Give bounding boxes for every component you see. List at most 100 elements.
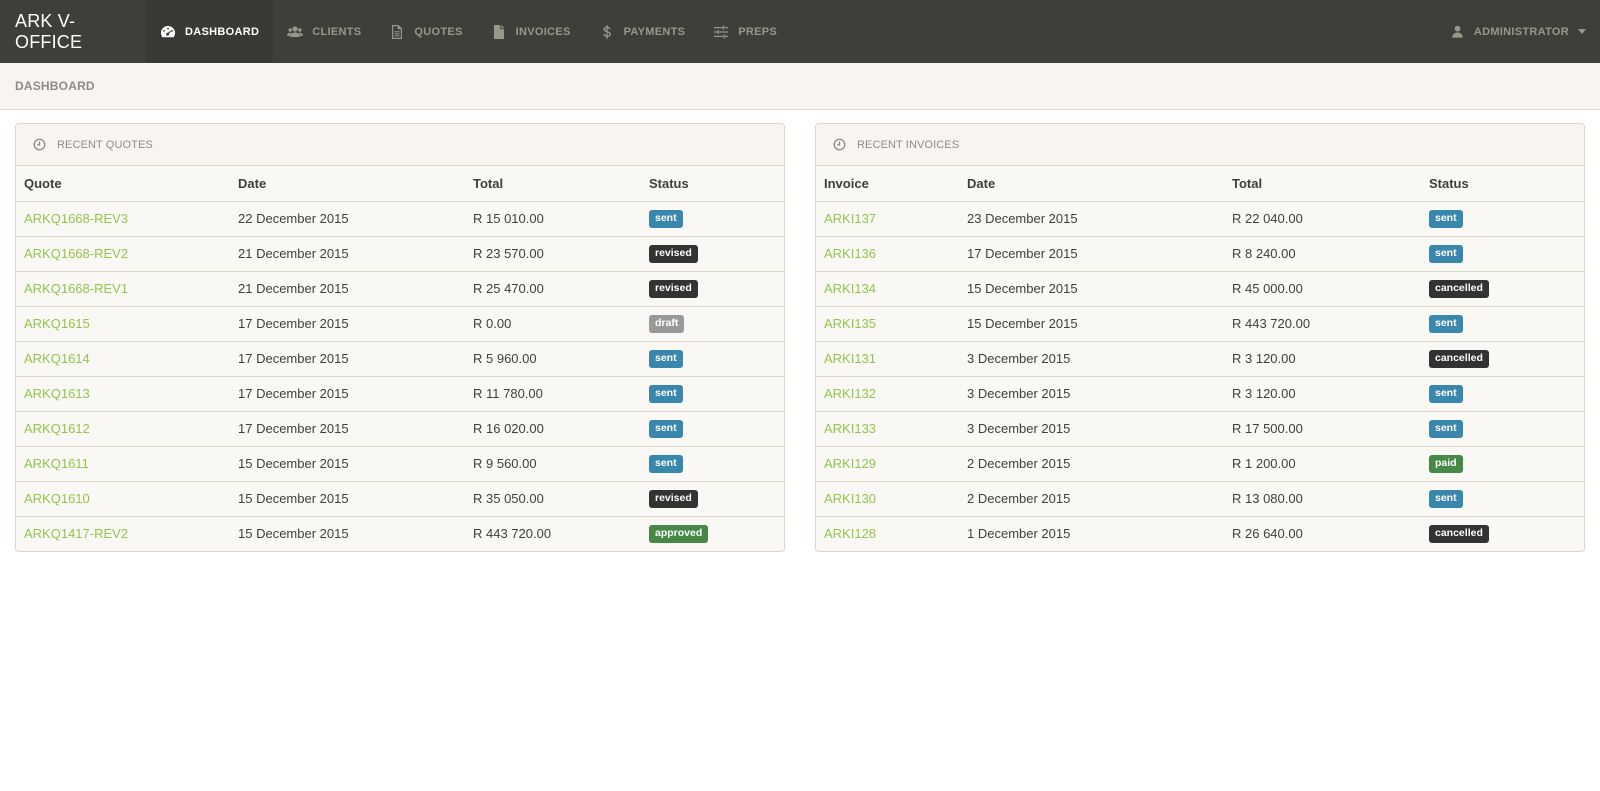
clock-icon	[833, 138, 846, 151]
col-invoice[interactable]: Invoice	[816, 166, 959, 202]
quote-cell-status: sent	[641, 410, 784, 446]
quote-cell-date: 15 December 2015	[230, 480, 465, 516]
quote-cell-date: 17 December 2015	[230, 410, 465, 446]
quote-cell-total: R 23 570.00	[465, 235, 641, 271]
nav-dashboard-label: DASHBOARD	[185, 25, 260, 38]
quote-cell-id: ARKQ1610	[16, 480, 230, 516]
invoice-cell-date: 17 December 2015	[959, 235, 1224, 271]
invoice-cell-date: 23 December 2015	[967, 211, 1078, 226]
invoice-row: ARKI131 3 December 2015 R 3 120.00 cancelle…	[816, 340, 1584, 376]
status-badge: sent	[1429, 315, 1463, 333]
quote-link[interactable]: ARKQ1614	[24, 351, 90, 366]
nav-payments[interactable]: PAYMENTS	[585, 0, 700, 63]
file-icon	[392, 24, 403, 39]
recent-quotes-panel: RECENT QUOTES Quote Date Total Status AR…	[15, 123, 785, 552]
invoice-cell-date: 3 December 2015	[959, 375, 1224, 411]
invoice-cell-date: 2 December 2015	[959, 480, 1224, 516]
quote-cell-total: R 9 560.00	[465, 445, 641, 481]
quote-cell-status: revised	[641, 270, 784, 306]
user-menu-dropdown[interactable]: ADMINISTRATOR	[1437, 0, 1600, 63]
invoice-cell-status: cancelled	[1421, 515, 1584, 551]
invoice-link[interactable]: ARKI137	[824, 211, 876, 226]
page-header: DASHBOARD	[0, 63, 1600, 110]
quote-link[interactable]: ARKQ1612	[24, 421, 90, 436]
col-status[interactable]: Status	[641, 166, 784, 202]
dollar-icon	[602, 24, 611, 39]
quote-link[interactable]: ARKQ1668-REV3	[24, 211, 128, 226]
quote-link[interactable]: ARKQ1668-REV2	[24, 246, 128, 261]
quote-row: ARKQ1613 17 December 2015 R 11 780.00 sent	[16, 375, 784, 411]
status-badge: sent	[649, 420, 683, 438]
invoice-link[interactable]: ARKI135	[824, 316, 876, 331]
recent-invoices-title: RECENT INVOICES	[857, 138, 960, 151]
col-total[interactable]: Total	[1224, 166, 1421, 202]
nav-clients[interactable]: CLIENTS	[273, 0, 375, 63]
invoice-cell-total: R 45 000.00	[1224, 270, 1421, 306]
quote-cell-total: R 15 010.00	[473, 211, 544, 226]
status-badge: sent	[1429, 420, 1463, 438]
quote-link[interactable]: ARKQ1668-REV1	[24, 281, 128, 296]
invoice-row: ARKI134 15 December 2015 R 45 000.00 cancel…	[816, 270, 1584, 306]
invoice-cell-id: ARKI129	[816, 445, 959, 481]
invoice-cell-date: 15 December 2015	[959, 305, 1224, 341]
sliders-icon	[714, 25, 729, 38]
quote-cell-status: sent	[641, 445, 784, 481]
status-badge: revised	[649, 245, 698, 263]
top-navbar: ARK V-OFFICE DASHBOARD CLIENTS QUOTES IN…	[0, 0, 1600, 63]
dashboard-content: RECENT QUOTES Quote Date Total Status AR…	[0, 110, 1600, 552]
quote-cell-status: sent	[641, 340, 784, 376]
quote-cell-date: 22 December 2015	[238, 211, 349, 226]
invoice-link[interactable]: ARKI131	[824, 351, 876, 366]
nav-invoices[interactable]: INVOICES	[477, 0, 585, 63]
col-date[interactable]: Date	[230, 166, 465, 202]
user-nav: ADMINISTRATOR	[1437, 0, 1600, 63]
quote-cell-date: 17 December 2015	[230, 375, 465, 411]
status-badge: revised	[649, 280, 698, 298]
invoice-link[interactable]: ARKI136	[824, 246, 876, 261]
invoice-cell-total: R 3 120.00	[1224, 375, 1421, 411]
caret-down-icon	[1578, 29, 1586, 34]
invoice-link[interactable]: ARKI134	[824, 281, 876, 296]
invoice-row: ARKI136 17 December 2015 R 8 240.00 sent	[816, 235, 1584, 271]
col-date[interactable]: Date	[959, 166, 1224, 202]
user-icon	[1452, 25, 1463, 38]
quote-row: ARKQ1668-REV2 21 December 2015 R 23 570.00…	[16, 235, 784, 271]
recent-invoices-heading: RECENT INVOICES	[816, 124, 1584, 166]
invoice-cell-date: 15 December 2015	[959, 270, 1224, 306]
col-quote[interactable]: Quote	[16, 166, 230, 202]
status-badge: sent	[649, 455, 683, 473]
invoice-cell-total: R 1 200.00	[1224, 445, 1421, 481]
col-total[interactable]: Total	[465, 166, 641, 202]
nav-preps[interactable]: PREPS	[699, 0, 791, 63]
invoice-cell-status: cancelled	[1421, 270, 1584, 306]
invoice-cell-id: ARKI131	[816, 340, 959, 376]
quote-cell-id: ARKQ1611	[16, 445, 230, 481]
nav-quotes[interactable]: QUOTES	[375, 0, 476, 63]
nav-dashboard[interactable]: DASHBOARD	[146, 0, 274, 63]
col-status[interactable]: Status	[1421, 166, 1584, 202]
quote-link[interactable]: ARKQ1610	[24, 491, 90, 506]
quote-cell-status: revised	[641, 235, 784, 271]
quote-link[interactable]: ARKQ1615	[24, 316, 90, 331]
invoice-link[interactable]: ARKI133	[824, 421, 876, 436]
quote-cell-total: R 443 720.00	[465, 515, 641, 551]
quote-link[interactable]: ARKQ1613	[24, 386, 90, 401]
quote-cell-id: ARKQ1614	[16, 340, 230, 376]
quote-cell-id: ARKQ1615	[16, 305, 230, 341]
invoice-link[interactable]: ARKI130	[824, 491, 876, 506]
invoice-cell-total: R 8 240.00	[1224, 235, 1421, 271]
recent-quotes-title: RECENT QUOTES	[57, 138, 153, 151]
quote-row: ARKQ1614 17 December 2015 R 5 960.00 sent	[16, 340, 784, 376]
brand-logo[interactable]: ARK V-OFFICE	[0, 0, 146, 63]
invoice-cell-id: ARKI135	[816, 305, 959, 341]
quote-link[interactable]: ARKQ1417-REV2	[24, 526, 128, 541]
invoice-cell-total: R 443 720.00	[1224, 305, 1421, 341]
invoice-cell-status: sent	[1421, 375, 1584, 411]
invoice-link[interactable]: ARKI129	[824, 456, 876, 471]
quote-link[interactable]: ARKQ1611	[24, 456, 89, 471]
invoice-link[interactable]: ARKI128	[824, 526, 876, 541]
quote-row: ARKQ1668-REV3 22 December 2015 R 15 010.00…	[16, 201, 784, 236]
invoice-cell-id: ARKI134	[816, 270, 959, 306]
recent-quotes-heading: RECENT QUOTES	[16, 124, 784, 166]
invoice-link[interactable]: ARKI132	[824, 386, 876, 401]
